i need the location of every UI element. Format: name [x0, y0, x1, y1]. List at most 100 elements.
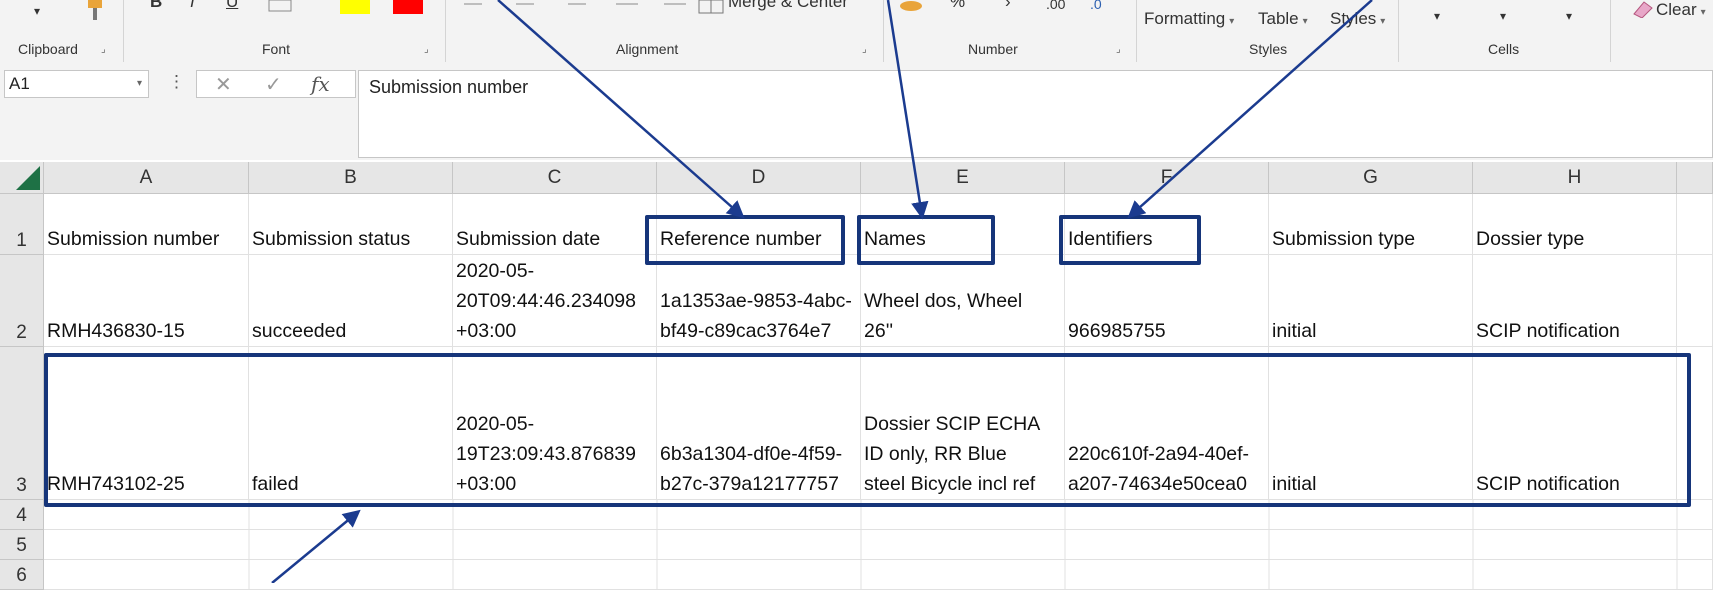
column-header-h[interactable]: H — [1473, 162, 1677, 194]
cell-text: Submission date — [456, 228, 601, 250]
cell-b1[interactable]: Submission status — [249, 194, 453, 255]
font-color-swatch[interactable] — [393, 0, 423, 14]
merge-center-icon[interactable] — [698, 0, 724, 14]
cell-text: SCIP notification — [1476, 320, 1620, 342]
font-group-label: Font — [262, 41, 291, 57]
column-header-f[interactable]: F — [1065, 162, 1269, 194]
number-launcher-icon[interactable]: ⌟ — [1116, 44, 1121, 55]
clipboard-launcher-icon[interactable]: ⌟ — [101, 44, 106, 55]
callout-failed-row — [44, 353, 1691, 507]
formula-buttons: ✕ ✓ fx — [196, 70, 356, 98]
format-painter-icon[interactable] — [80, 0, 108, 26]
row-header-1[interactable]: 1 — [0, 194, 44, 255]
divider — [445, 0, 446, 62]
chevron-down-icon[interactable]: ▾ — [137, 71, 142, 97]
cell-text: Submission status — [252, 228, 411, 250]
divider — [1610, 0, 1611, 62]
cell-text: Submission number — [47, 228, 220, 250]
borders-icon[interactable] — [268, 0, 292, 12]
font-launcher-icon[interactable]: ⌟ — [424, 44, 429, 55]
name-box-value: A1 — [9, 74, 30, 93]
paste-dropdown-caret[interactable]: ▾ — [34, 4, 40, 18]
conditional-formatting-button[interactable]: Formatting ▾ — [1144, 9, 1234, 29]
cell-line: Wheel dos, Wheel — [864, 290, 1023, 312]
alignment-group-label: Alignment — [616, 41, 679, 57]
cell-line: 1a1353ae-9853-4abc- — [660, 290, 852, 312]
bold-button[interactable]: B — [150, 0, 162, 12]
cell-line: +03:00 — [456, 320, 517, 342]
italic-button[interactable]: I — [190, 0, 195, 12]
formula-input[interactable]: Submission number — [358, 70, 1713, 158]
number-group-label: Number — [968, 41, 1018, 57]
row-header-3[interactable]: 3 — [0, 347, 44, 500]
cell-text: RMH436830-15 — [47, 320, 185, 342]
callout-names — [857, 215, 995, 265]
column-header-c[interactable]: C — [453, 162, 657, 194]
more-options-icon[interactable]: ⋮ — [168, 72, 185, 92]
cell-g2[interactable]: initial — [1269, 255, 1473, 347]
cell-f2[interactable]: 966985755 — [1065, 255, 1269, 347]
cell-text: 966985755 — [1068, 320, 1166, 342]
accounting-format-icon[interactable] — [898, 0, 924, 14]
divider — [1398, 0, 1399, 62]
divider — [123, 0, 124, 62]
divider — [1136, 0, 1137, 62]
cell-text: succeeded — [252, 320, 347, 342]
name-box[interactable]: A1 ▾ — [4, 70, 149, 98]
cell-e2[interactable]: Wheel dos, Wheel 26'' — [861, 255, 1065, 347]
row-header-2[interactable]: 2 — [0, 255, 44, 347]
percent-style-button[interactable]: % — [950, 0, 965, 12]
insert-cells-caret[interactable]: ▾ — [1434, 9, 1440, 23]
select-all-button[interactable] — [0, 162, 44, 194]
cell-line: bf49-c89cac3764e7 — [660, 320, 832, 342]
empty-row-gridlines — [248, 500, 1678, 590]
cell-h1[interactable]: Dossier type — [1473, 194, 1677, 255]
merge-center-button[interactable]: Merge & Center — [728, 0, 848, 12]
cell-d2[interactable]: 1a1353ae-9853-4abc- bf49-c89cac3764e7 — [657, 255, 861, 347]
cell-h2[interactable]: SCIP notification — [1473, 255, 1677, 347]
format-as-table-button[interactable]: Table ▾ — [1258, 9, 1308, 29]
formula-bar: A1 ▾ ⋮ ✕ ✓ fx Submission number — [0, 64, 1713, 160]
column-header-d[interactable]: D — [657, 162, 861, 194]
cell-text: initial — [1272, 320, 1317, 342]
clipboard-group-label: Clipboard — [18, 41, 78, 57]
cell-line: 20T09:44:46.234098 — [456, 290, 636, 312]
cell-line: 26'' — [864, 320, 894, 342]
styles-group-label: Styles — [1249, 41, 1288, 57]
format-cells-caret[interactable]: ▾ — [1566, 9, 1572, 23]
cell-b2[interactable]: succeeded — [249, 255, 453, 347]
callout-reference-number — [645, 215, 845, 265]
cancel-icon[interactable]: ✕ — [215, 72, 232, 97]
cell-c1[interactable]: Submission date — [453, 194, 657, 255]
underline-button[interactable]: U — [226, 0, 238, 12]
comma-style-button[interactable]: › — [1005, 0, 1011, 12]
alignment-icons[interactable] — [460, 0, 700, 12]
decrease-decimal-button[interactable]: .0 — [1090, 0, 1102, 12]
column-header-g[interactable]: G — [1269, 162, 1473, 194]
highlight-color-swatch[interactable] — [340, 0, 370, 14]
cell-line: 2020-05- — [456, 260, 535, 282]
cell-g1[interactable]: Submission type — [1269, 194, 1473, 255]
column-header-next[interactable] — [1677, 162, 1713, 194]
delete-cells-caret[interactable]: ▾ — [1500, 9, 1506, 23]
column-header-a[interactable]: A — [44, 162, 249, 194]
ribbon: ▾ Clipboard ⌟ B I U Font ⌟ Merge & Cente… — [0, 0, 1713, 65]
column-header-b[interactable]: B — [249, 162, 453, 194]
cell-c2[interactable]: 2020-05- 20T09:44:46.234098 +03:00 — [453, 255, 657, 347]
column-header-e[interactable]: E — [861, 162, 1065, 194]
cells-group-label: Cells — [1488, 41, 1520, 57]
cell-text: Submission type — [1272, 228, 1416, 250]
cell-text: Dossier type — [1476, 228, 1585, 250]
cell-a2[interactable]: RMH436830-15 — [44, 255, 249, 347]
callout-identifiers — [1059, 215, 1201, 265]
enter-icon[interactable]: ✓ — [265, 72, 282, 97]
insert-function-icon[interactable]: fx — [311, 72, 330, 96]
cell-styles-button[interactable]: Styles ▾ — [1330, 9, 1385, 29]
alignment-launcher-icon[interactable]: ⌟ — [862, 44, 867, 55]
cell-i1[interactable] — [1677, 194, 1713, 255]
increase-decimal-button[interactable]: .00 — [1046, 0, 1065, 12]
cell-i2[interactable] — [1677, 255, 1713, 347]
eraser-icon[interactable] — [1632, 0, 1654, 18]
clear-button[interactable]: Clear ▾ — [1656, 0, 1706, 20]
cell-a1[interactable]: Submission number — [44, 194, 249, 255]
